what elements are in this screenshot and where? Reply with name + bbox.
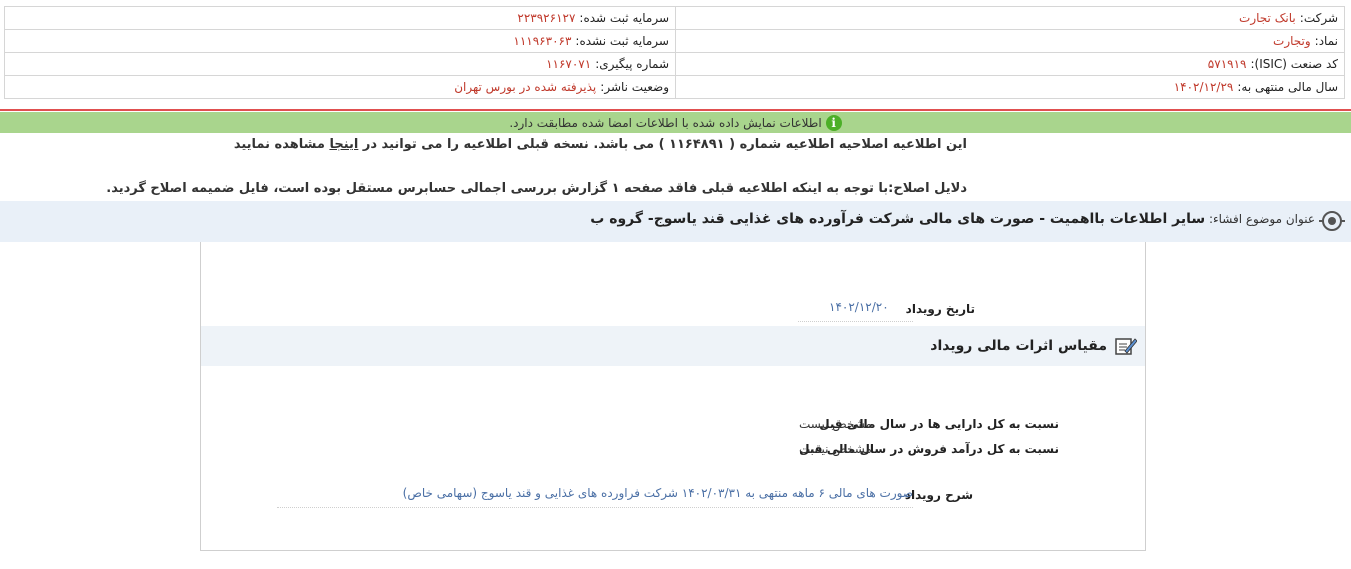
notice-text-after: مشاهده نمایید [233,137,325,152]
symbol-label: نماد: [1314,34,1338,48]
company-label: شرکت: [1299,11,1338,25]
unregistered-capital-value: ۱۱۱۹۶۳۰۶۳ [513,34,572,48]
symbol-cell: نماد:وتجارت [675,29,1345,53]
target-icon [1319,211,1345,231]
subject-label: عنوان موضوع افشاء: [1208,212,1315,226]
correction-reason: دلایل اصلاح:با توجه به اینکه اطلاعیه قبل… [106,181,967,196]
tracking-cell: شماره پیگیری:۱۱۶۷۰۷۱ [4,52,676,76]
isic-cell: کد صنعت (ISIC):۵۷۱۹۱۹ [675,52,1345,76]
event-details-panel: تاریخ رویداد ۱۴۰۲/۱۲/۲۰ مقیاس اثرات مالی… [200,242,1146,551]
symbol-value: وتجارت [1273,34,1311,48]
assets-ratio-value: مشخص نیست [799,417,872,431]
notice-text-before: این اطلاعیه اصلاحیه اطلاعیه شماره ( ۱۱۶۴… [362,137,967,152]
subject-title: سایر اطلاعات بااهمیت - صورت های مالی شرک… [590,211,1206,227]
subject-bar: عنوان موضوع افشاء: سایر اطلاعات بااهمیت … [0,201,1351,242]
isic-value: ۵۷۱۹۱۹ [1207,57,1247,71]
financial-impact-section: مقیاس اثرات مالی رویداد [201,326,1145,366]
edit-icon [1115,338,1137,355]
publisher-status-value: پذیرفته شده در بورس تهران [454,80,597,94]
red-divider [0,109,1351,111]
company-cell: شرکت:بانک تجارت [675,6,1345,30]
fiscal-year-label: سال مالی منتهی به: [1237,80,1338,94]
event-description-label: شرح رویداد [904,488,973,502]
previous-notice-link[interactable]: اینجا [329,137,358,152]
correction-notice: این اطلاعیه اصلاحیه اطلاعیه شماره ( ۱۱۶۴… [0,137,967,152]
tracking-label: شماره پیگیری: [595,57,669,71]
fiscal-year-cell: سال مالی منتهی به:۱۴۰۲/۱۲/۲۹ [675,75,1345,99]
registered-capital-value: ۲۲۳۹۲۶۱۲۷ [517,11,576,25]
publisher-status-cell: وضعیت ناشر:پذیرفته شده در بورس تهران [4,75,676,99]
isic-label: کد صنعت (ISIC): [1250,57,1338,71]
financial-impact-title: مقیاس اثرات مالی رویداد [930,338,1107,354]
tracking-value: ۱۱۶۷۰۷۱ [546,57,592,71]
unregistered-capital-cell: سرمایه ثبت نشده:۱۱۱۹۶۳۰۶۳ [4,29,676,53]
revenue-ratio-value: مشخص نیست [799,442,872,456]
event-description-value: صورت های مالی ۶ ماهه منتهی به ۱۴۰۲/۰۳/۳۱… [402,486,913,500]
event-date-value: ۱۴۰۲/۱۲/۲۰ [829,300,889,314]
registered-capital-cell: سرمایه ثبت شده:۲۲۳۹۲۶۱۲۷ [4,6,676,30]
registered-capital-label: سرمایه ثبت شده: [579,11,669,25]
event-date-label: تاریخ رویداد [905,302,975,316]
publisher-status-label: وضعیت ناشر: [600,80,669,94]
company-info-table: شرکت:بانک تجارت سرمایه ثبت شده:۲۲۳۹۲۶۱۲۷… [4,6,1345,99]
verification-text: اطلاعات نمایش داده شده با اطلاعات امضا ش… [509,115,822,130]
unregistered-capital-label: سرمایه ثبت نشده: [575,34,669,48]
info-icon: i [825,114,842,131]
fiscal-year-value: ۱۴۰۲/۱۲/۲۹ [1173,80,1234,94]
date-underline [798,321,913,322]
description-underline [277,507,913,508]
verification-bar: i اطلاعات نمایش داده شده با اطلاعات امضا… [0,112,1351,133]
company-value: بانک تجارت [1239,11,1296,25]
subject-text: عنوان موضوع افشاء: سایر اطلاعات بااهمیت … [590,211,1315,227]
